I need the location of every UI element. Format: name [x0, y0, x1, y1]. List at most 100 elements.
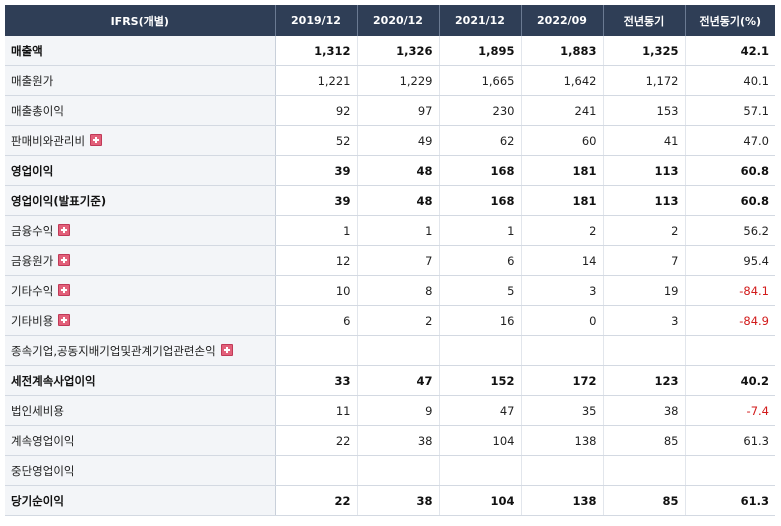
value-cell: 35 — [521, 395, 604, 426]
value-cell — [521, 455, 604, 486]
row-label-cell[interactable]: 기타수익 — [5, 275, 276, 306]
value-cell: 60 — [521, 125, 604, 156]
table-row: 당기순이익 22 38 104 138 85 61.3 — [5, 485, 775, 516]
value-cell: 3 — [603, 305, 686, 336]
value-cell: 47 — [357, 365, 440, 396]
row-label: 기타비용 — [11, 313, 54, 328]
value-cell: 11 — [275, 395, 358, 426]
value-cell — [603, 455, 686, 486]
value-cell: 47.0 — [685, 125, 775, 156]
table-row: 세전계속사업이익 33 47 152 172 123 40.2 — [5, 365, 775, 396]
expand-plus-icon[interactable] — [58, 253, 71, 266]
row-label-cell[interactable]: 금융수익 — [5, 215, 276, 246]
table-row: 기타비용 6 2 16 0 3 -84.9 — [5, 305, 775, 336]
row-label: 금융수익 — [11, 223, 54, 238]
value-cell: 10 — [275, 275, 358, 306]
value-cell: 1,642 — [521, 65, 604, 96]
value-cell — [275, 455, 358, 486]
row-label-cell: 영업이익(발표기준) — [5, 185, 276, 216]
row-label: 매출액 — [11, 43, 43, 58]
expand-plus-icon[interactable] — [220, 343, 233, 356]
value-cell: 14 — [521, 245, 604, 276]
value-cell: 1,221 — [275, 65, 358, 96]
value-cell — [603, 335, 686, 366]
value-cell: 61.3 — [685, 425, 775, 456]
income-statement-table: IFRS(개별) 2019/12 2020/12 2021/12 2022/09… — [5, 5, 775, 516]
value-cell: 7 — [603, 245, 686, 276]
value-cell: 181 — [521, 155, 604, 186]
row-label-cell[interactable]: 종속기업,공동지배기업및관계기업관련손익 — [5, 335, 276, 366]
value-cell: 85 — [603, 425, 686, 456]
row-label: 당기순이익 — [11, 493, 64, 508]
value-cell: 39 — [275, 155, 358, 186]
row-label-cell: 매출원가 — [5, 65, 276, 96]
value-cell — [439, 335, 522, 366]
value-cell: 56.2 — [685, 215, 775, 246]
value-cell: 2 — [357, 305, 440, 336]
table-row: 영업이익(발표기준) 39 48 168 181 113 60.8 — [5, 185, 775, 216]
table-row: 계속영업이익 22 38 104 138 85 61.3 — [5, 425, 775, 456]
value-cell: 1 — [357, 215, 440, 246]
table-row: 종속기업,공동지배기업및관계기업관련손익 — [5, 335, 775, 366]
value-cell: 33 — [275, 365, 358, 396]
table-row: 법인세비용 11 9 47 35 38 -7.4 — [5, 395, 775, 426]
header-2019: 2019/12 — [275, 5, 358, 36]
value-cell: 9 — [357, 395, 440, 426]
table-row: 영업이익 39 48 168 181 113 60.8 — [5, 155, 775, 186]
expand-plus-icon[interactable] — [58, 313, 71, 326]
expand-plus-icon[interactable] — [90, 133, 103, 146]
value-cell: 2 — [603, 215, 686, 246]
value-cell: 12 — [275, 245, 358, 276]
value-cell: 181 — [521, 185, 604, 216]
row-label: 중단영업이익 — [11, 463, 75, 478]
value-cell: 113 — [603, 185, 686, 216]
value-cell: 62 — [439, 125, 522, 156]
value-cell: 113 — [603, 155, 686, 186]
header-prev-period: 전년동기 — [603, 5, 686, 36]
value-cell: 230 — [439, 95, 522, 126]
table-row: 금융수익 1 1 1 2 2 56.2 — [5, 215, 775, 246]
value-cell: 47 — [439, 395, 522, 426]
row-label-cell: 영업이익 — [5, 155, 276, 186]
row-label-cell: 당기순이익 — [5, 485, 276, 516]
value-cell: 1,883 — [521, 36, 604, 66]
value-cell: 48 — [357, 185, 440, 216]
value-cell: 7 — [357, 245, 440, 276]
row-label-cell[interactable]: 기타비용 — [5, 305, 276, 336]
row-label: 세전계속사업이익 — [11, 373, 96, 388]
header-2022: 2022/09 — [521, 5, 604, 36]
value-cell — [357, 335, 440, 366]
value-cell: 6 — [439, 245, 522, 276]
value-cell: 104 — [439, 425, 522, 456]
header-item-label: IFRS(개별) — [5, 5, 276, 36]
value-cell: 40.2 — [685, 365, 775, 396]
table-row: 매출총이익 92 97 230 241 153 57.1 — [5, 95, 775, 126]
value-cell: 85 — [603, 485, 686, 516]
value-cell: 39 — [275, 185, 358, 216]
row-label-cell[interactable]: 금융원가 — [5, 245, 276, 276]
value-cell: 97 — [357, 95, 440, 126]
expand-plus-icon[interactable] — [58, 283, 71, 296]
value-cell: 138 — [521, 425, 604, 456]
value-cell: 95.4 — [685, 245, 775, 276]
value-cell — [685, 335, 775, 366]
value-cell: 138 — [521, 485, 604, 516]
value-cell: 41 — [603, 125, 686, 156]
value-cell: 1,326 — [357, 36, 440, 66]
value-cell: 168 — [439, 185, 522, 216]
value-cell: 61.3 — [685, 485, 775, 516]
row-label: 금융원가 — [11, 253, 54, 268]
value-cell: 1 — [275, 215, 358, 246]
expand-plus-icon[interactable] — [58, 223, 71, 236]
value-cell: 123 — [603, 365, 686, 396]
value-cell: 168 — [439, 155, 522, 186]
header-row: IFRS(개별) 2019/12 2020/12 2021/12 2022/09… — [5, 5, 775, 36]
row-label: 법인세비용 — [11, 403, 64, 418]
row-label-cell[interactable]: 판매비와관리비 — [5, 125, 276, 156]
row-label: 계속영업이익 — [11, 433, 75, 448]
value-cell: 1,895 — [439, 36, 522, 66]
value-cell: 22 — [275, 485, 358, 516]
value-cell: 8 — [357, 275, 440, 306]
row-label: 영업이익(발표기준) — [11, 193, 107, 208]
value-cell: 38 — [357, 485, 440, 516]
